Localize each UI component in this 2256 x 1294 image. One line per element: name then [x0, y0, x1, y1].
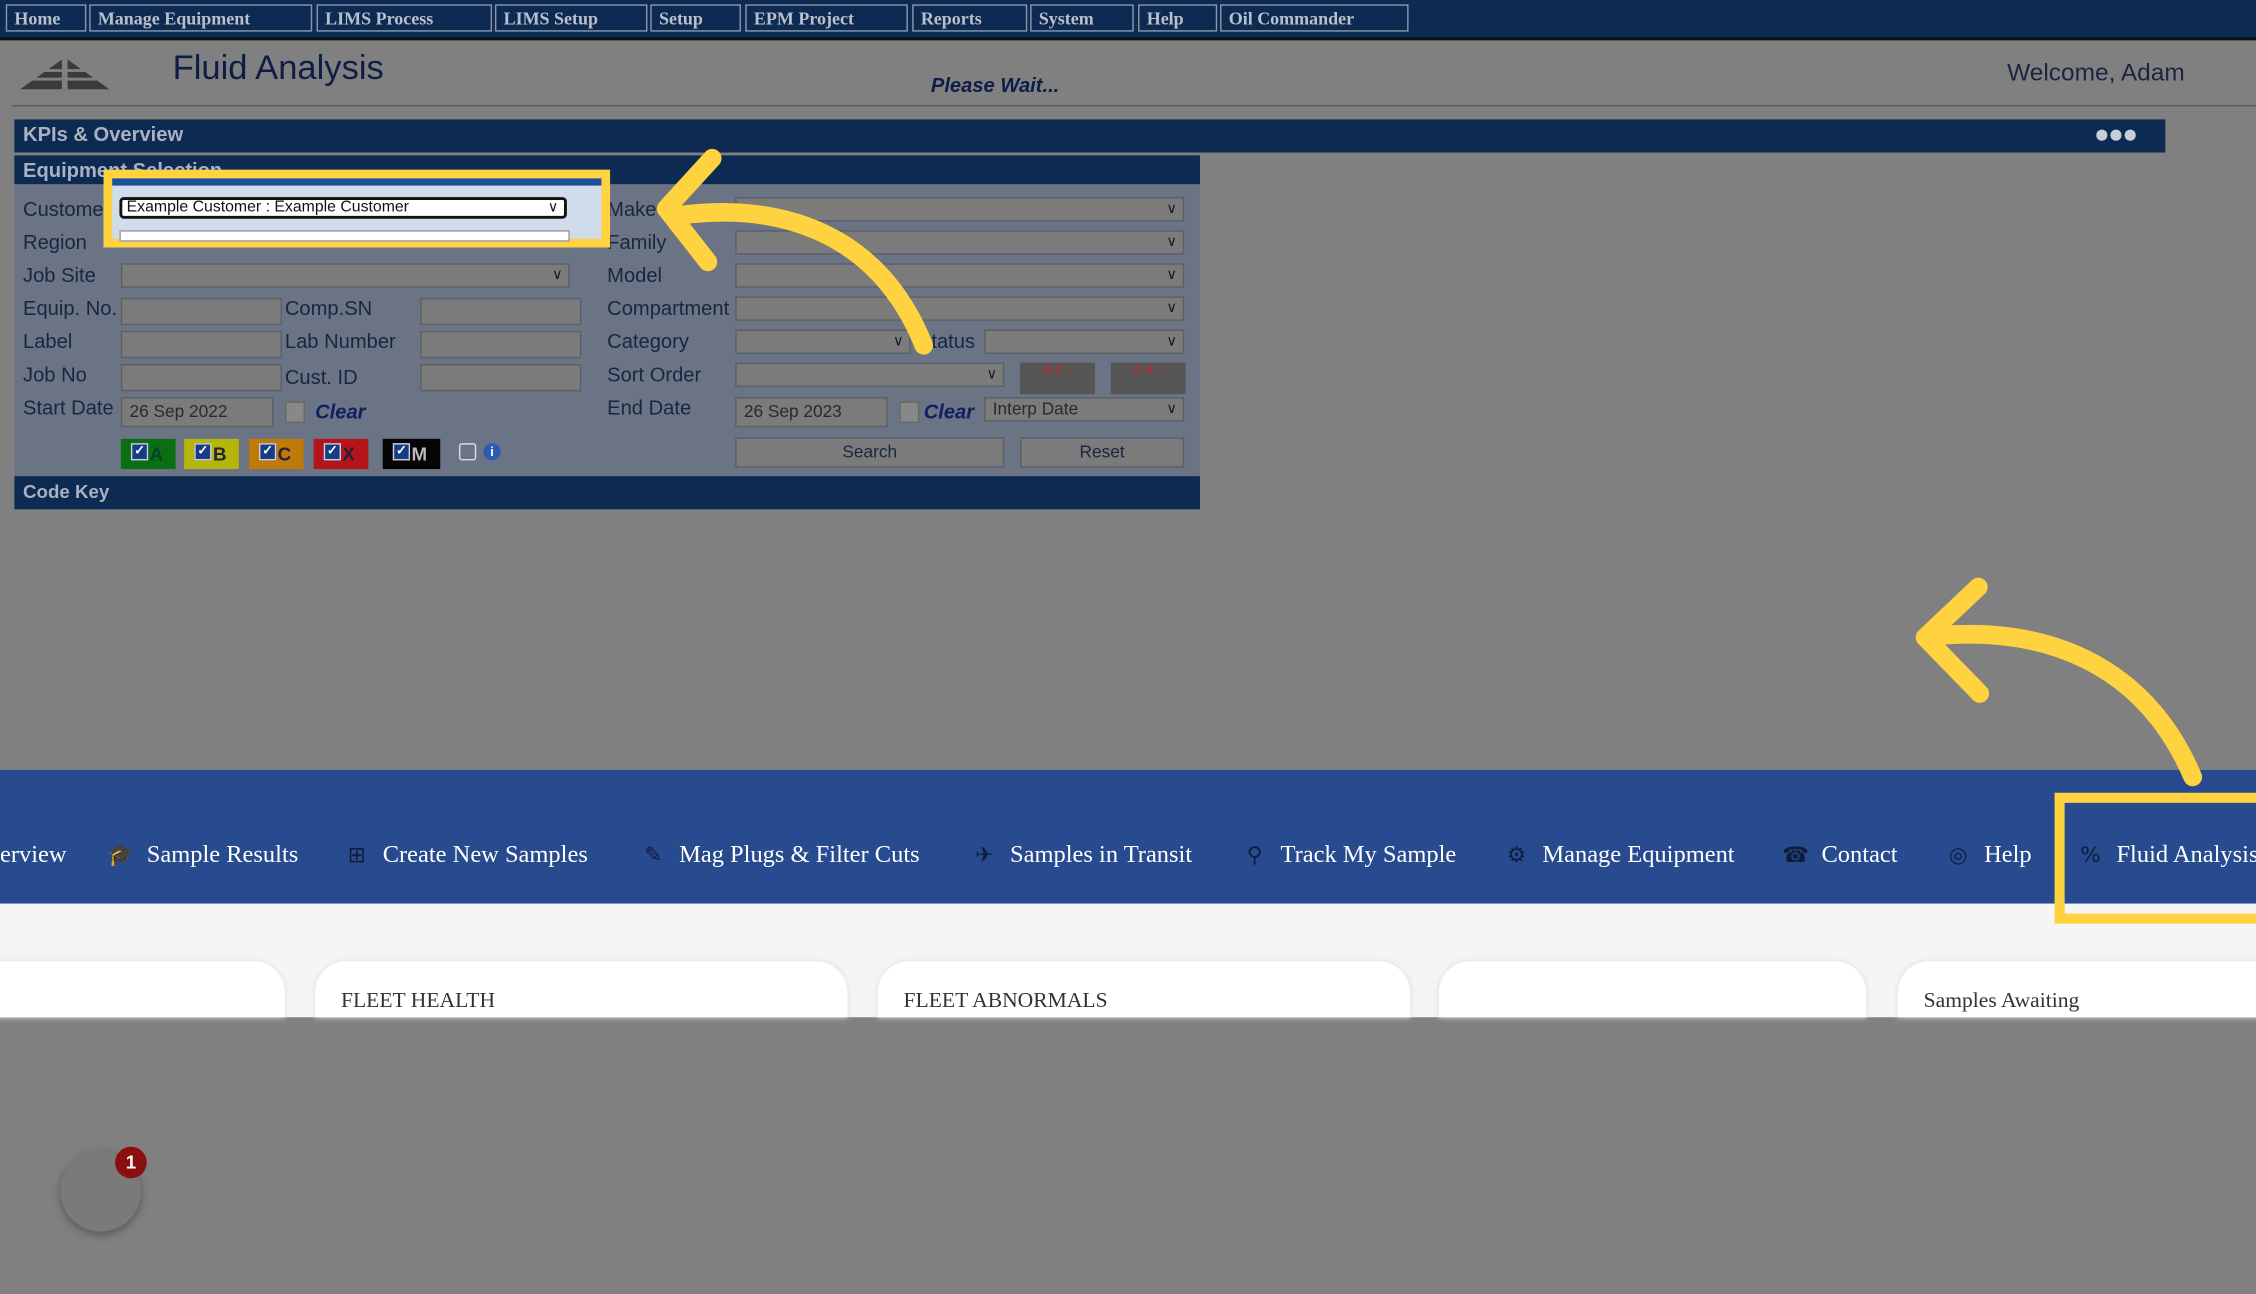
arrow-to-fluid-analysis: [1915, 577, 2203, 787]
notification-badge: 1: [115, 1146, 147, 1179]
annotation-arrows: [656, 148, 2203, 787]
stage: Home Manage Equipment LIMS Process LIMS …: [0, 0, 2256, 1294]
arrow-to-customer: [656, 148, 934, 355]
